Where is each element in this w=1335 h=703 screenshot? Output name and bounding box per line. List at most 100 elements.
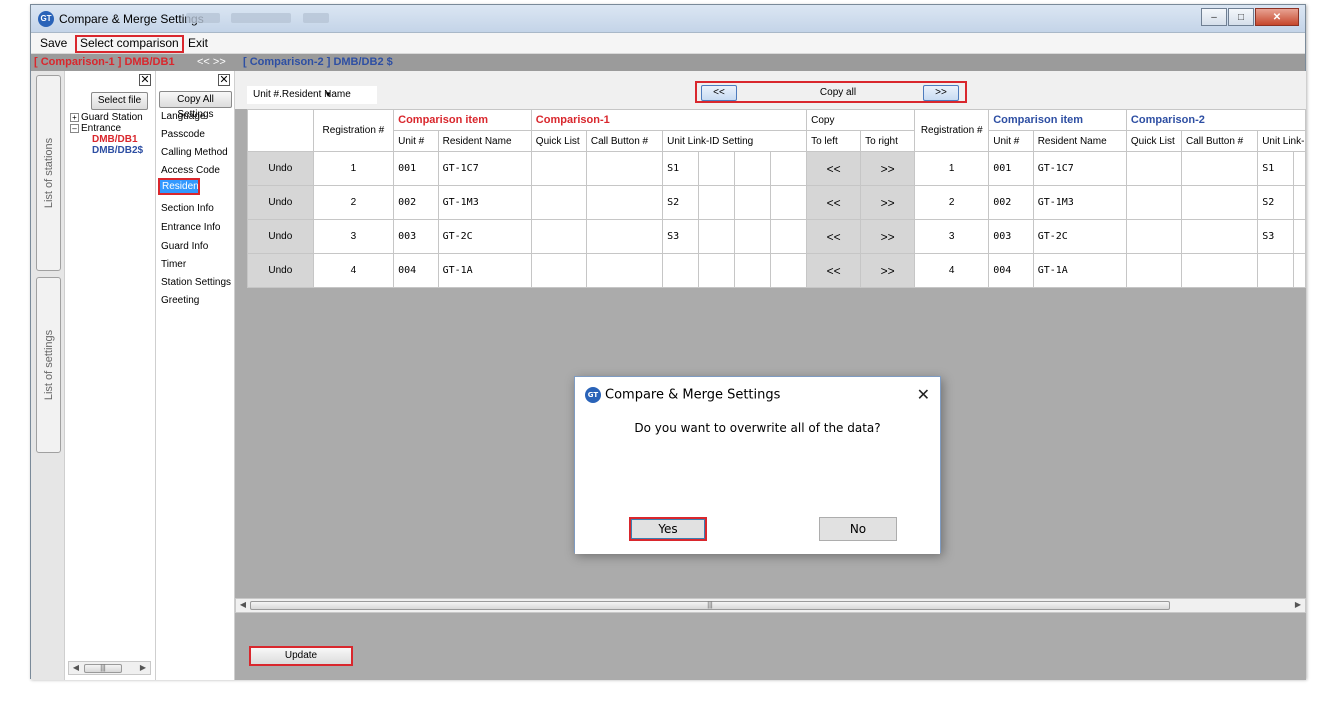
- resident-name-cell-2[interactable]: GT-1A: [1032, 253, 1127, 288]
- close-icon[interactable]: ✕: [139, 74, 151, 86]
- copy-to-left-button[interactable]: <<: [806, 151, 862, 186]
- expand-icon[interactable]: +: [70, 112, 79, 122]
- unit-cell-2[interactable]: 001: [988, 151, 1034, 186]
- main-hscrollbar[interactable]: ◀ ||| ▶: [235, 598, 1306, 613]
- unit-cell[interactable]: 001: [393, 151, 439, 186]
- undo-button[interactable]: Undo: [247, 253, 314, 288]
- update-button[interactable]: Update: [249, 646, 353, 666]
- no-button[interactable]: No: [819, 517, 897, 541]
- setting-item-greeting[interactable]: Greeting: [161, 295, 199, 306]
- unit-cell-2[interactable]: 002: [988, 185, 1034, 220]
- scroll-left-icon[interactable]: ◀: [70, 662, 82, 674]
- unit-link-cell[interactable]: [662, 253, 700, 288]
- comparison-swap-arrows[interactable]: << >>: [197, 56, 226, 68]
- unit-link-cell-2[interactable]: S3: [1257, 219, 1295, 254]
- unit-cell-2[interactable]: 003: [988, 219, 1034, 254]
- select-file-button[interactable]: Select file: [91, 92, 148, 110]
- tab-list-of-settings[interactable]: List of settings: [36, 277, 61, 453]
- tree-item-guard-station[interactable]: + Guard Station: [70, 112, 143, 123]
- yes-button[interactable]: Yes: [629, 517, 707, 541]
- quick-list-cell[interactable]: [530, 151, 587, 186]
- unit-link-cell[interactable]: S1: [662, 151, 700, 186]
- scroll-right-icon[interactable]: ▶: [137, 662, 149, 674]
- copy-to-right-button[interactable]: >>: [860, 185, 916, 220]
- setting-item-entrance-info[interactable]: Entrance Info: [161, 222, 220, 233]
- collapse-icon[interactable]: –: [70, 123, 79, 133]
- stations-hscrollbar[interactable]: ◀ ||| ▶: [68, 661, 151, 675]
- scroll-left-icon[interactable]: ◀: [237, 599, 249, 611]
- call-button-cell[interactable]: [585, 219, 664, 254]
- copy-to-left-button[interactable]: <<: [806, 185, 862, 220]
- quick-list-cell-2[interactable]: [1125, 151, 1182, 186]
- unit-link-cell[interactable]: [698, 151, 736, 186]
- unit-link-cell[interactable]: [770, 151, 808, 186]
- unit-link-cell[interactable]: [698, 253, 736, 288]
- tab-list-of-stations[interactable]: List of stations: [36, 75, 61, 271]
- setting-item-passcode[interactable]: Passcode: [161, 129, 205, 140]
- quick-list-cell-2[interactable]: [1125, 185, 1182, 220]
- setting-item-resident[interactable]: Resident: [158, 178, 201, 195]
- quick-list-cell-2[interactable]: [1125, 253, 1182, 288]
- call-button-cell-2[interactable]: [1180, 185, 1259, 220]
- scroll-right-icon[interactable]: ▶: [1292, 599, 1304, 611]
- close-icon[interactable]: ✕: [218, 74, 230, 86]
- quick-list-cell[interactable]: [530, 185, 587, 220]
- setting-item-access-code[interactable]: Access Code: [161, 165, 220, 176]
- undo-button[interactable]: Undo: [247, 151, 314, 186]
- menu-save[interactable]: Save: [36, 36, 71, 52]
- call-button-cell[interactable]: [585, 151, 664, 186]
- unit-link-cell-2[interactable]: [1293, 219, 1306, 254]
- setting-item-calling-method[interactable]: Calling Method: [161, 147, 228, 158]
- call-button-cell-2[interactable]: [1180, 151, 1259, 186]
- unit-link-cell-2[interactable]: [1293, 151, 1306, 186]
- copy-to-right-button[interactable]: >>: [860, 253, 916, 288]
- call-button-cell[interactable]: [585, 253, 664, 288]
- unit-cell-2[interactable]: 004: [988, 253, 1034, 288]
- resident-name-cell[interactable]: GT-1C7: [437, 151, 532, 186]
- setting-item-station-settings[interactable]: Station Settings: [161, 277, 231, 288]
- scroll-thumb[interactable]: |||: [84, 664, 122, 673]
- minimize-button[interactable]: –: [1201, 8, 1227, 26]
- unit-link-cell[interactable]: [734, 219, 772, 254]
- copy-to-right-button[interactable]: >>: [860, 151, 916, 186]
- tree-item-db1[interactable]: DMB/DB1: [92, 134, 138, 145]
- maximize-button[interactable]: □: [1228, 8, 1254, 26]
- unit-link-cell[interactable]: [734, 253, 772, 288]
- unit-link-cell[interactable]: [698, 219, 736, 254]
- setting-item-timer[interactable]: Timer: [161, 259, 186, 270]
- unit-cell[interactable]: 003: [393, 219, 439, 254]
- unit-link-cell[interactable]: [734, 151, 772, 186]
- setting-item-guard-info[interactable]: Guard Info: [161, 241, 208, 252]
- scroll-thumb[interactable]: |||: [250, 601, 1170, 610]
- unit-link-cell[interactable]: [770, 185, 808, 220]
- unit-link-cell-2[interactable]: [1293, 253, 1306, 288]
- copy-all-left-button[interactable]: <<: [701, 85, 737, 101]
- copy-to-left-button[interactable]: <<: [806, 253, 862, 288]
- unit-link-cell-2[interactable]: [1293, 185, 1306, 220]
- setting-item-section-info[interactable]: Section Info: [161, 203, 214, 214]
- unit-link-cell[interactable]: S3: [662, 219, 700, 254]
- unit-link-cell-2[interactable]: [1257, 253, 1295, 288]
- resident-name-cell-2[interactable]: GT-1C7: [1032, 151, 1127, 186]
- quick-list-cell[interactable]: [530, 219, 587, 254]
- resident-name-cell-2[interactable]: GT-1M3: [1032, 185, 1127, 220]
- call-button-cell-2[interactable]: [1180, 253, 1259, 288]
- menu-exit[interactable]: Exit: [184, 36, 212, 52]
- undo-button[interactable]: Undo: [247, 185, 314, 220]
- unit-cell[interactable]: 004: [393, 253, 439, 288]
- unit-link-cell[interactable]: [734, 185, 772, 220]
- resident-name-cell[interactable]: GT-1A: [437, 253, 532, 288]
- call-button-cell[interactable]: [585, 185, 664, 220]
- copy-all-settings-button[interactable]: Copy All Settings: [159, 91, 232, 120]
- quick-list-cell-2[interactable]: [1125, 219, 1182, 254]
- call-button-cell-2[interactable]: [1180, 219, 1259, 254]
- unit-link-cell[interactable]: [770, 219, 808, 254]
- undo-button[interactable]: Undo: [247, 219, 314, 254]
- sort-dropdown[interactable]: Unit #.Resident Name ▼: [247, 86, 377, 104]
- copy-to-right-button[interactable]: >>: [860, 219, 916, 254]
- unit-link-cell-2[interactable]: S2: [1257, 185, 1295, 220]
- tree-item-db2[interactable]: DMB/DB2$: [92, 145, 143, 156]
- resident-name-cell-2[interactable]: GT-2C: [1032, 219, 1127, 254]
- resident-name-cell[interactable]: GT-1M3: [437, 185, 532, 220]
- copy-to-left-button[interactable]: <<: [806, 219, 862, 254]
